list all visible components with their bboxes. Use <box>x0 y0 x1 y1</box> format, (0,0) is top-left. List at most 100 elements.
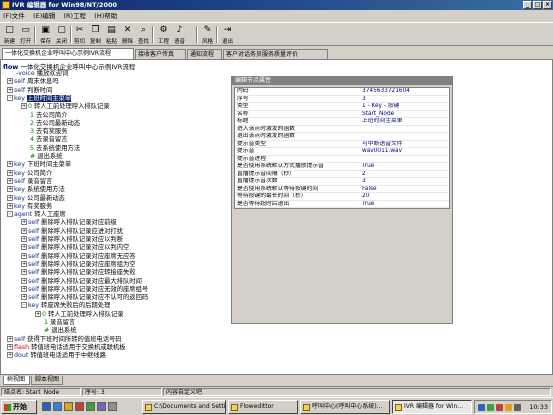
tree-node[interactable]: + self 删除呼入排队记录对应座席组为空 <box>21 260 136 269</box>
expand-icon[interactable]: + <box>7 343 13 350</box>
menu-edit[interactable]: (E)编辑 <box>30 11 58 22</box>
property-value[interactable]: 1 - Key - 按键 <box>362 103 399 110</box>
tree-node[interactable]: - agent 转人工座席 <box>7 211 66 219</box>
open-folder-button[interactable]: ▭ 打开 <box>18 24 33 45</box>
expand-icon[interactable]: + <box>7 86 13 93</box>
property-row[interactable]: 等待按键的最长时间（秒） 20 <box>235 193 449 201</box>
property-value[interactable]: True <box>362 163 374 170</box>
taskbar-window-button[interactable]: 呼叫中心(呼叫中心系统)... <box>300 400 390 414</box>
property-row[interactable]: 是否使用系统默认等待按键时间 False <box>235 186 449 193</box>
property-value[interactable]: Start_Node <box>362 111 394 118</box>
expand-icon[interactable]: + <box>21 285 27 292</box>
network-icon[interactable] <box>478 404 485 411</box>
expand-icon[interactable]: + <box>7 177 13 184</box>
expand-icon[interactable]: + <box>21 103 27 110</box>
tree-node[interactable]: 2 去公司最新动态 <box>21 120 80 128</box>
expand-icon[interactable]: + <box>21 244 27 251</box>
tree-node[interactable]: + self 判断时间 <box>7 86 52 95</box>
tree-node[interactable]: # 退出系统 <box>21 153 62 161</box>
tab-service-evaluation[interactable]: 客户对话务员服务质量评价 <box>223 49 328 59</box>
tree-node[interactable]: + self 删除呼入排队记录对应以判断 <box>21 236 123 244</box>
taskbar-window-button[interactable]: C:\Documents and Settin... <box>142 400 226 414</box>
expand-icon[interactable]: + <box>7 202 13 209</box>
tree-node[interactable]: + key 公司简介 <box>7 169 52 178</box>
property-value[interactable]: True <box>362 201 374 208</box>
tree-node[interactable]: +0 转人工前处理呼入排队记录 <box>21 103 110 111</box>
taskbar-window-button[interactable]: IVR 编辑器 for Win... <box>392 400 472 414</box>
explorer-icon[interactable] <box>64 402 73 411</box>
menu-help[interactable]: (H)帮助 <box>91 11 120 22</box>
antivirus-icon[interactable] <box>496 404 503 411</box>
tree-node[interactable]: + self 删除呼入排队记录对应不认可的返回码 <box>21 294 148 302</box>
tree-node[interactable]: 1 录音留言 <box>35 319 75 327</box>
property-value[interactable]: 上班时间主菜单 <box>362 118 403 125</box>
property-row[interactable]: 进入该点时激发的函数 <box>235 126 449 133</box>
property-value[interactable]: 3 <box>362 178 366 185</box>
property-value[interactable]: 3745633721604 <box>362 88 410 95</box>
property-row[interactable]: 标题 上班时间主菜单 <box>235 118 449 126</box>
quicklaunch-app2-icon[interactable] <box>97 402 106 411</box>
expand-icon[interactable]: + <box>21 252 27 259</box>
expand-icon[interactable]: + <box>21 277 27 284</box>
close-window-button[interactable]: × <box>543 1 552 9</box>
menu-file[interactable]: (F)文件 <box>0 11 28 22</box>
browser-icon[interactable] <box>53 402 62 411</box>
expand-icon[interactable]: + <box>35 310 41 317</box>
tree-node[interactable]: 3 去有奖服务 <box>21 128 68 136</box>
tree-node[interactable]: + self 删除呼入排队记录对应转接座失败 <box>21 269 136 277</box>
tree-node[interactable]: - key 上班时间主菜单 <box>7 94 72 103</box>
delete-button[interactable]: ✕ 删除 <box>120 24 135 45</box>
tree-node[interactable]: + dout 转值班电话适用于中继线路 <box>7 352 106 360</box>
minimize-button[interactable]: _ <box>523 1 532 9</box>
taskbar-window-button[interactable]: Flowedittor <box>228 400 298 414</box>
expand-icon[interactable]: + <box>7 78 13 85</box>
expand-icon[interactable]: + <box>21 236 27 242</box>
quicklaunch-app-icon[interactable] <box>86 402 95 411</box>
collapse-icon[interactable]: - <box>21 302 27 309</box>
find-button[interactable]: ⌕ 查找 <box>136 24 151 45</box>
expand-icon[interactable]: + <box>21 227 27 234</box>
property-row[interactable]: 提示音 wav0011.wav <box>235 148 449 156</box>
exit-button[interactable]: ⇥ 退出 <box>220 24 235 45</box>
tree-node[interactable]: 5 去系统使用方法 <box>21 145 80 153</box>
property-value[interactable]: wav0011.wav <box>362 148 402 155</box>
property-row[interactable]: 提示音类型 可中断语音文件 <box>235 141 449 148</box>
menu-project[interactable]: (R)工程 <box>60 11 89 22</box>
security-icon[interactable] <box>487 404 494 411</box>
property-row[interactable]: 退出该点时激发的函数 <box>235 133 449 141</box>
tree-node[interactable]: + key 系统使用方法 <box>7 186 65 194</box>
property-row[interactable]: 类型 1 - Key - 按键 <box>235 103 449 111</box>
close-button[interactable]: ▢ 关闭 <box>54 24 69 45</box>
tab-script-view[interactable]: 脚本视图 <box>31 376 63 385</box>
tab-receive-fax[interactable]: 接收客户传真 <box>135 49 186 59</box>
property-value[interactable]: False <box>362 186 377 193</box>
volume-icon[interactable] <box>505 404 512 411</box>
maximize-button[interactable]: □ <box>533 1 542 9</box>
property-row[interactable]: 内码 3745633721604 <box>235 88 449 96</box>
property-row[interactable]: 是否等待超时后退出 True <box>235 201 449 208</box>
tree-node[interactable]: +0 转人工前处理呼入排队记录 <box>35 310 124 319</box>
expand-icon[interactable]: + <box>21 269 27 276</box>
tree-node[interactable]: + key 下班时间主菜单 <box>7 161 71 169</box>
start-button[interactable]: 开始 <box>1 400 37 414</box>
expand-icon[interactable]: + <box>21 260 27 267</box>
tree-node[interactable]: + self 删除呼入排队记录对应最大排队时间 <box>21 277 142 286</box>
paste-button[interactable]: ▤ 粘贴 <box>104 24 119 45</box>
tree-node[interactable]: 4 去录音留言 <box>21 136 68 144</box>
tree-node[interactable]: + self 删除呼入排队记录对应座席无应答 <box>21 252 136 261</box>
expand-icon[interactable]: + <box>7 186 13 193</box>
input-method-icon[interactable] <box>514 404 521 411</box>
property-value[interactable]: 20 <box>362 193 369 200</box>
tree-node[interactable]: + key 有奖服务 <box>7 202 52 211</box>
cut-button[interactable]: ✂ 剪切 <box>72 24 87 45</box>
property-row[interactable]: 序号 3 <box>235 96 449 103</box>
save-button[interactable]: ▣ 保存 <box>38 24 53 45</box>
expand-icon[interactable]: + <box>7 161 13 168</box>
copy-button[interactable]: ❐ 复制 <box>88 24 103 45</box>
tree-node[interactable]: + self 获得下班时间所转的值班电话号码 <box>7 335 122 344</box>
voice-button[interactable]: ♪ 语音 <box>172 24 187 45</box>
tree-node[interactable]: # 退出系统 <box>35 327 76 335</box>
collapse-icon[interactable]: - <box>7 94 13 101</box>
tree-node[interactable]: + key 公司最新动态 <box>7 194 65 203</box>
expand-icon[interactable]: + <box>21 294 27 301</box>
